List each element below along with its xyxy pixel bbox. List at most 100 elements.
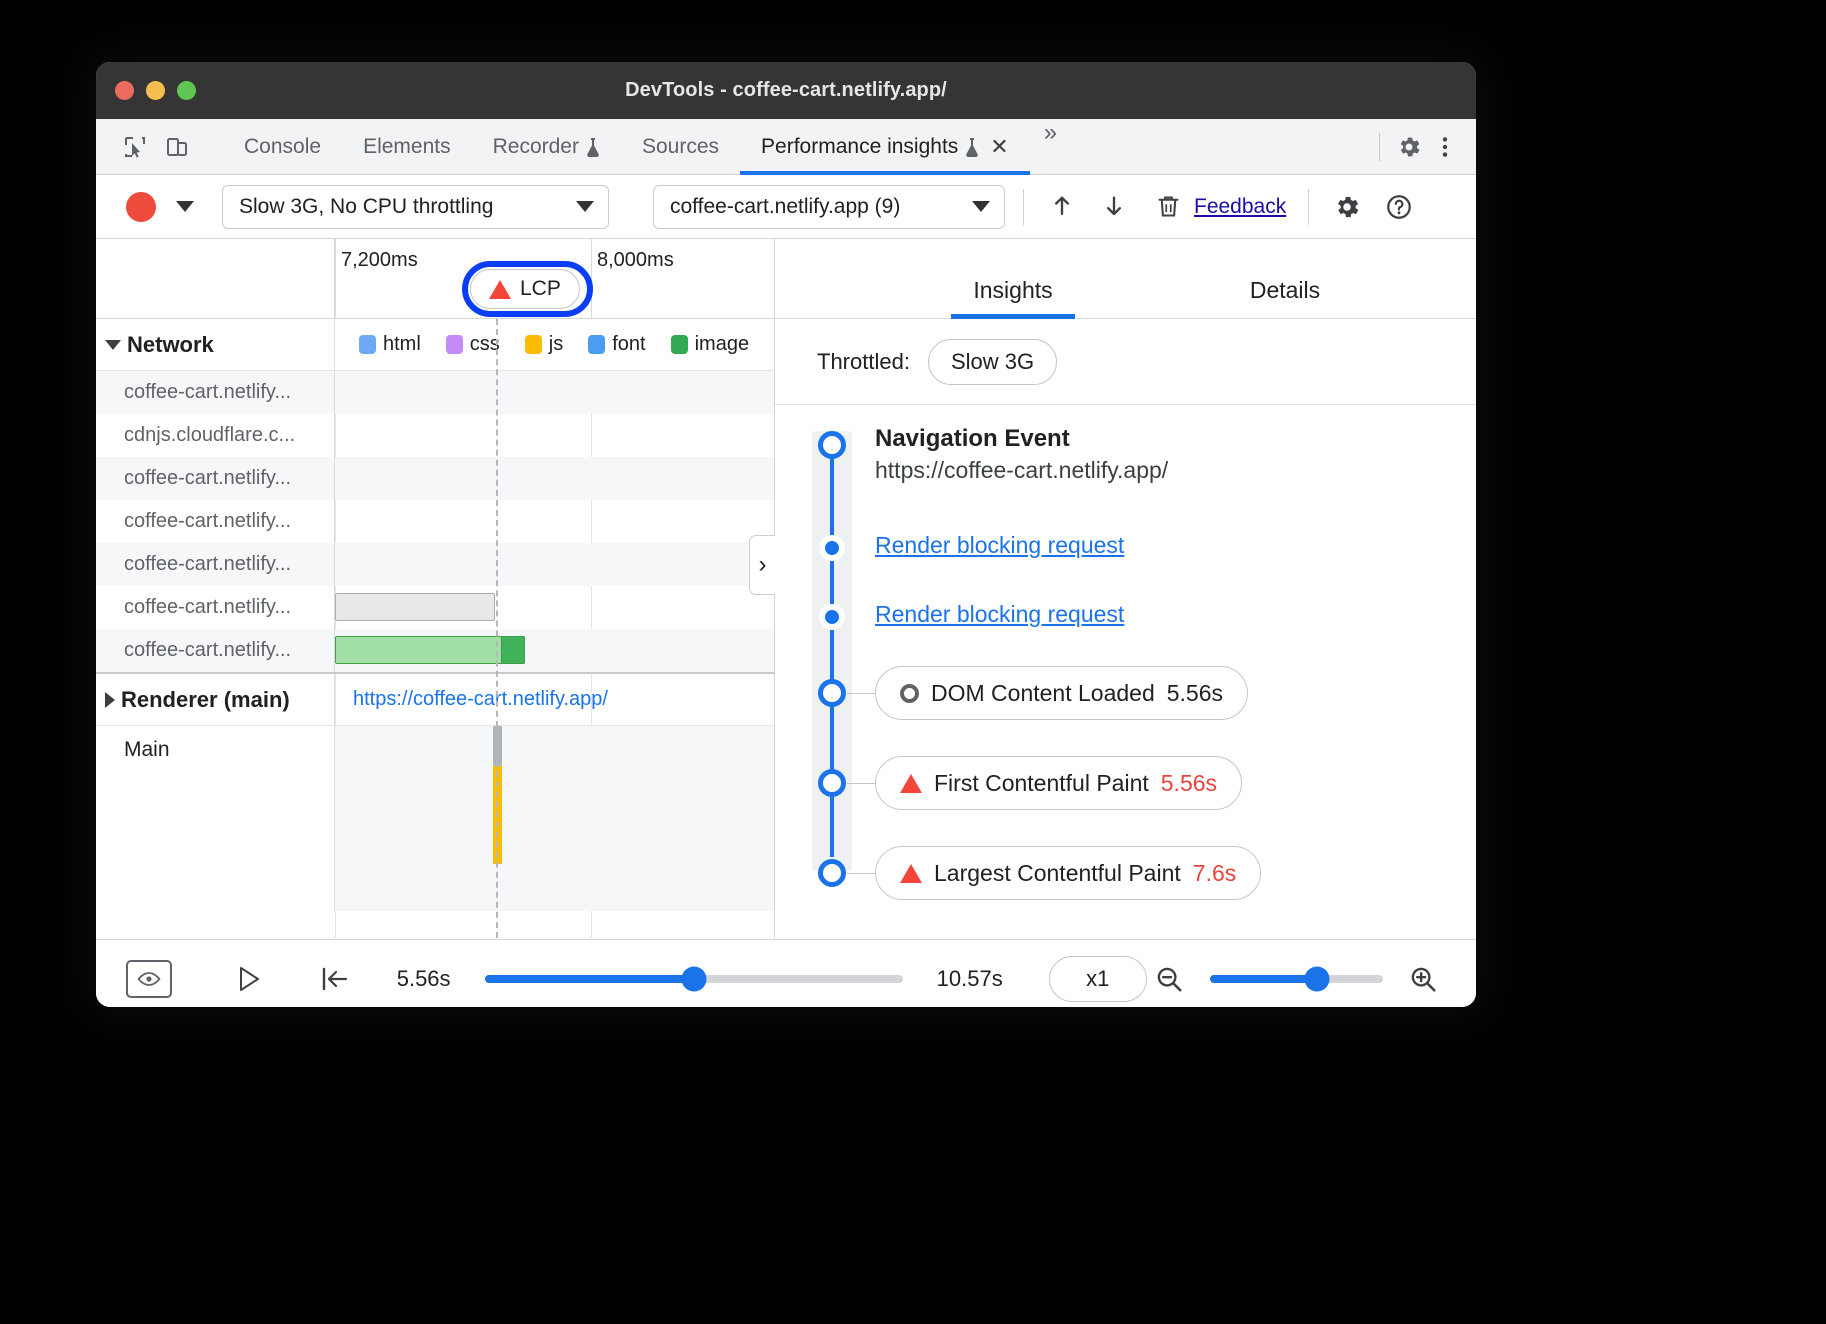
- trash-icon[interactable]: [1148, 187, 1188, 227]
- throttled-value-chip[interactable]: Slow 3G: [928, 339, 1057, 385]
- network-track-header[interactable]: Network html css: [96, 319, 774, 371]
- record-options-caret-icon[interactable]: [176, 201, 194, 212]
- renderer-group-name: Renderer (main): [96, 674, 335, 725]
- toolbar-divider-2: [1308, 189, 1309, 225]
- tab-performance-insights[interactable]: Performance insights ✕: [740, 119, 1030, 174]
- timeline-node-lcp[interactable]: [818, 859, 846, 887]
- red-triangle-icon: [900, 864, 922, 883]
- inspect-cursor-icon[interactable]: [118, 130, 152, 164]
- lcp-timeline-marker[interactable]: LCP: [470, 269, 580, 309]
- network-request-row[interactable]: coffee-cart.netlify...: [96, 457, 774, 500]
- network-request-row[interactable]: coffee-cart.netlify...: [96, 371, 774, 414]
- legend-swatch: [359, 335, 376, 354]
- jump-to-start-icon[interactable]: [311, 956, 356, 1002]
- tab-details[interactable]: Details: [1205, 277, 1365, 318]
- toolbar-divider: [1023, 189, 1024, 225]
- timeline-node-render-block-2[interactable]: [819, 604, 845, 630]
- tab-insights[interactable]: Insights: [933, 277, 1093, 318]
- chevron-down-icon: [972, 201, 990, 212]
- insights-pane: Insights Details Throttled: Slow 3G: [775, 239, 1476, 939]
- render-blocking-request-link[interactable]: Render blocking request: [875, 601, 1124, 628]
- renderer-track-header[interactable]: Renderer (main) https://coffee-cart.netl…: [96, 672, 774, 726]
- navigation-event-title: Navigation Event: [875, 425, 1462, 453]
- timeline-node-fcp[interactable]: [818, 769, 846, 797]
- network-group-name: Network: [96, 319, 335, 370]
- tab-sources[interactable]: Sources: [621, 119, 740, 174]
- network-request-row[interactable]: coffee-cart.netlify...: [96, 629, 774, 672]
- gear-icon[interactable]: [1327, 187, 1367, 227]
- renderer-url-link[interactable]: https://coffee-cart.netlify.app/: [335, 674, 774, 725]
- maximize-window-button[interactable]: [177, 81, 196, 100]
- playback-speed-chip[interactable]: x1: [1049, 956, 1147, 1002]
- timeline-range-slider[interactable]: [485, 975, 903, 983]
- timeline-node-render-block-1[interactable]: [819, 535, 845, 561]
- flame-task-js[interactable]: [493, 766, 502, 864]
- window-title: DevTools - coffee-cart.netlify.app/: [96, 79, 1476, 102]
- chevron-down-icon[interactable]: [105, 340, 121, 350]
- feedback-link[interactable]: Feedback: [1194, 195, 1286, 219]
- timeline-ruler: 7,200ms 8,000ms LCP: [96, 239, 774, 319]
- metric-item-lcp: Largest Contentful Paint 7.6s: [875, 846, 1462, 900]
- zoom-slider-knob[interactable]: [1305, 966, 1330, 991]
- network-request-row[interactable]: coffee-cart.netlify...: [96, 543, 774, 586]
- request-name: coffee-cart.netlify...: [96, 543, 335, 586]
- zoom-out-icon[interactable]: [1147, 956, 1192, 1002]
- main-thread-row[interactable]: Main: [96, 726, 774, 911]
- flame-task-gray[interactable]: [493, 726, 502, 766]
- range-start-time: 5.56s: [397, 966, 451, 992]
- experiment-flask-icon: [586, 137, 600, 157]
- request-name: coffee-cart.netlify...: [96, 371, 335, 414]
- first-contentful-paint-pill[interactable]: First Contentful Paint 5.56s: [875, 756, 1242, 810]
- tabstrip-left-icons: [96, 119, 223, 174]
- tabstrip-divider-right: [1379, 133, 1380, 161]
- timeline-connector: [847, 873, 877, 874]
- close-icon[interactable]: ✕: [990, 134, 1008, 160]
- zoom-slider[interactable]: [1210, 975, 1383, 983]
- request-name: coffee-cart.netlify...: [96, 500, 335, 543]
- metric-label: Largest Contentful Paint: [934, 860, 1181, 887]
- chevron-right-icon[interactable]: [105, 692, 115, 708]
- request-bar-cell: [335, 586, 774, 629]
- request-name: cdnjs.cloudflare.c...: [96, 414, 335, 457]
- tab-console[interactable]: Console: [223, 119, 342, 174]
- play-icon[interactable]: [226, 956, 271, 1002]
- timeline-node-navigation[interactable]: [818, 431, 846, 459]
- largest-contentful-paint-pill[interactable]: Largest Contentful Paint 7.6s: [875, 846, 1261, 900]
- dom-content-loaded-pill[interactable]: DOM Content Loaded 5.56s: [875, 666, 1248, 720]
- legend-item-js: js: [525, 333, 563, 356]
- help-icon[interactable]: [1379, 187, 1419, 227]
- sidebar-expand-toggle[interactable]: ›: [749, 535, 775, 595]
- performance-body: 7,200ms 8,000ms LCP Network: [96, 239, 1476, 939]
- page-target-select[interactable]: coffee-cart.netlify.app (9): [653, 185, 1005, 229]
- network-request-row[interactable]: coffee-cart.netlify...: [96, 500, 774, 543]
- legend-swatch: [446, 335, 463, 354]
- navigation-event-block[interactable]: Navigation Event https://coffee-cart.net…: [875, 425, 1462, 484]
- render-blocking-request-link[interactable]: Render blocking request: [875, 532, 1124, 559]
- more-tabs-icon[interactable]: »: [1030, 119, 1071, 174]
- traffic-lights: [96, 81, 196, 100]
- range-slider-knob[interactable]: [681, 966, 706, 991]
- device-toolbar-icon[interactable]: [160, 130, 194, 164]
- devtools-window: DevTools - coffee-cart.netlify.app/: [96, 62, 1476, 1007]
- record-button[interactable]: [126, 192, 156, 222]
- legend-label: js: [549, 333, 563, 356]
- network-request-row[interactable]: coffee-cart.netlify...: [96, 586, 774, 629]
- throttling-select[interactable]: Slow 3G, No CPU throttling: [222, 185, 609, 229]
- close-window-button[interactable]: [115, 81, 134, 100]
- download-icon[interactable]: [1094, 187, 1134, 227]
- screenshot-eye-icon[interactable]: [126, 956, 172, 1002]
- minimize-window-button[interactable]: [146, 81, 165, 100]
- zoom-in-icon[interactable]: [1401, 956, 1446, 1002]
- chevron-down-icon: [576, 201, 594, 212]
- screenshot-root: DevTools - coffee-cart.netlify.app/: [0, 0, 1826, 1324]
- gear-icon[interactable]: [1392, 130, 1426, 164]
- request-bar-green[interactable]: [335, 636, 525, 664]
- legend-item-image: image: [671, 333, 749, 356]
- three-dot-menu-icon[interactable]: [1428, 130, 1462, 164]
- request-bar-gray[interactable]: [335, 593, 495, 621]
- timeline-node-dcl[interactable]: [818, 679, 846, 707]
- network-request-row[interactable]: cdnjs.cloudflare.c...: [96, 414, 774, 457]
- tab-recorder[interactable]: Recorder: [472, 119, 621, 174]
- tab-elements[interactable]: Elements: [342, 119, 472, 174]
- upload-icon[interactable]: [1042, 187, 1082, 227]
